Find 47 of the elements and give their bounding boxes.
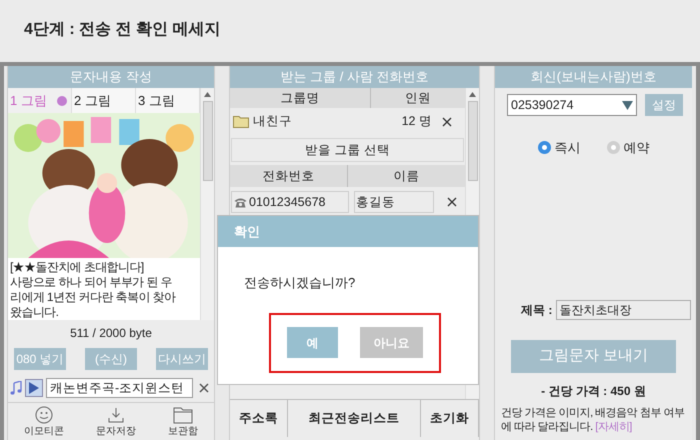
picture-tab[interactable]: 3 그림	[136, 88, 200, 113]
subject-field[interactable]: 돌잔치초대장	[556, 300, 692, 320]
dropdown-caret-icon	[622, 100, 633, 110]
panel-header: 회신(보내는사람)번호	[495, 66, 692, 88]
smiley-icon	[35, 406, 53, 424]
name-field[interactable]: 홍길동	[354, 191, 434, 213]
scroll-up-arrow-icon[interactable]	[204, 92, 211, 97]
scrollbar[interactable]	[200, 88, 214, 320]
play-icon	[29, 382, 39, 394]
column-header: 이름	[392, 168, 420, 185]
message-text: [★★돌잔치에 초대합니다] 사랑으로 하나 되어 부부가 된 우 리에게 1년전 커다란 축복이 찾아 왔습니다.	[8, 258, 200, 320]
page-title: 4단계 : 전송 전 확인 메세지	[24, 20, 220, 40]
panel-header: 문자내용 작성	[8, 66, 214, 88]
close-icon[interactable]	[199, 383, 209, 393]
folder-icon	[173, 406, 193, 424]
group-count: 12 명	[402, 113, 432, 130]
scrollbar-thumb[interactable]	[468, 101, 478, 181]
tool-button[interactable]: 이모티콘	[24, 406, 64, 439]
sender-number-select[interactable]: 025390274	[507, 94, 637, 116]
tool-button[interactable]: 문자저장	[96, 406, 136, 439]
subject-label: 제목 :	[521, 302, 552, 319]
picture-tab[interactable]: 2 그림	[72, 88, 136, 113]
tool-button[interactable]: 보관함	[168, 406, 198, 439]
music-field[interactable]: 캐논변주곡-조지윈스턴	[46, 378, 193, 398]
panel-header: 받는 그룹 / 사람 전화번호	[230, 66, 479, 88]
byte-count: 511 / 2000 byte	[69, 325, 153, 342]
music-note-icon	[10, 381, 22, 395]
column-header: 그룹명	[230, 88, 372, 108]
price-note: 건당 가격은 이미지, 배경음악 첨부 여부에 따라 달라집니다. [자세히]	[500, 406, 686, 434]
close-icon[interactable]	[447, 197, 457, 207]
column-header: 인원	[404, 90, 432, 107]
select-group-button[interactable]: 받을 그룹 선택	[231, 138, 464, 162]
scroll-up-arrow-icon[interactable]	[469, 92, 476, 97]
timing-radio[interactable]: 예약	[606, 138, 650, 158]
timing-radio[interactable]: 즉시	[538, 138, 580, 158]
group-name: 내친구	[253, 113, 293, 130]
dialog-title: 확인	[218, 216, 478, 247]
close-icon[interactable]	[442, 116, 452, 126]
phone-icon	[234, 196, 247, 208]
download-icon	[107, 406, 125, 424]
scrollbar-thumb[interactable]	[202, 101, 212, 181]
folder-icon	[233, 115, 249, 128]
dialog-message: 전송하시겠습니까?	[244, 274, 356, 292]
price-text: - 건당 가격 : 450 원	[540, 383, 647, 400]
play-button[interactable]	[25, 379, 43, 397]
phone-field[interactable]: 01012345678	[231, 191, 349, 213]
column-header: 전화번호	[230, 165, 348, 187]
